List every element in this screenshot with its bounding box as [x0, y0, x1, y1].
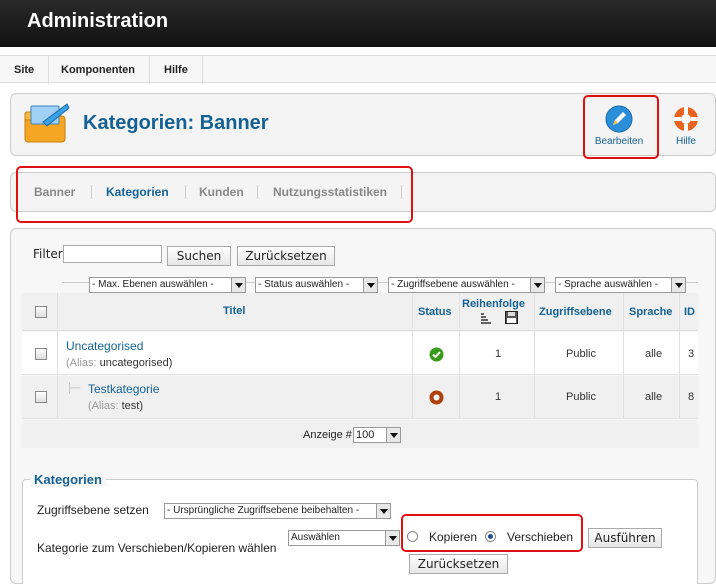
column-header-id[interactable]: ID [684, 306, 695, 318]
language-select[interactable]: - Sprache auswählen - [555, 277, 686, 293]
category-title-link[interactable]: Testkategorie [88, 382, 159, 396]
help-button-label: Hilfe [675, 136, 696, 147]
menu-item-hilfe[interactable]: Hilfe [150, 56, 203, 84]
column-header-language[interactable]: Sprache [629, 306, 672, 318]
chevron-down-icon [530, 278, 544, 292]
category-alias: (Alias: test) [88, 400, 143, 412]
list-limit-select[interactable]: 100 [353, 427, 401, 443]
category-icon [24, 103, 70, 143]
column-divider [534, 293, 535, 418]
highlight-box-radios [401, 514, 583, 552]
row-language: alle [645, 348, 663, 360]
column-divider [459, 293, 460, 418]
chevron-down-icon [385, 531, 399, 545]
list-limit-value: 100 [356, 429, 375, 441]
admin-header: Administration [0, 0, 716, 47]
sort-icon[interactable] [480, 313, 492, 324]
column-divider [412, 293, 413, 418]
published-icon[interactable] [429, 347, 444, 362]
batch-reset-button[interactable]: Zurücksetzen [409, 554, 508, 574]
column-divider [679, 293, 680, 418]
row-order: 1 [495, 348, 502, 360]
row-checkbox[interactable] [35, 348, 47, 360]
status-select[interactable]: - Status auswählen - [255, 277, 378, 293]
row-access: Public [566, 348, 596, 360]
column-divider [623, 293, 624, 418]
tree-branch-icon: ├─ [66, 383, 81, 394]
status-select-value: - Status auswählen - [258, 279, 350, 290]
chevron-down-icon [376, 504, 390, 518]
reset-filter-button[interactable]: Zurücksetzen [237, 246, 335, 266]
pagination-label: Anzeige # [303, 429, 352, 441]
select-all-checkbox[interactable] [35, 306, 47, 318]
chevron-down-icon [363, 278, 377, 292]
lifebuoy-icon [674, 107, 698, 131]
execute-button[interactable]: Ausführen [588, 528, 662, 548]
batch-category-select-value: Auswählen [291, 532, 340, 543]
batch-category-select[interactable]: Auswählen [288, 530, 400, 546]
move-copy-label: Kategorie zum Verschieben/Kopieren wähle… [37, 541, 277, 555]
row-id: 3 [688, 348, 695, 360]
batch-access-select-value: - Ursprüngliche Zugriffsebene beibehalte… [167, 505, 360, 516]
column-header-status[interactable]: Status [418, 306, 452, 318]
access-level-select[interactable]: - Zugriffsebene auswählen - [388, 277, 545, 293]
row-language: alle [645, 391, 663, 403]
save-order-icon[interactable] [505, 311, 518, 324]
alias-label: (Alias: [66, 357, 97, 369]
category-alias: (Alias: uncategorised) [66, 357, 172, 369]
page-title: Kategorien: Banner [83, 112, 269, 134]
row-access: Public [566, 391, 596, 403]
language-select-value: - Sprache auswählen - [558, 279, 659, 290]
chevron-down-icon [671, 278, 685, 292]
access-level-label: Zugriffsebene setzen [37, 503, 149, 517]
help-button[interactable]: Hilfe [666, 98, 706, 147]
search-input[interactable] [63, 245, 162, 263]
alias-label: (Alias: [88, 400, 119, 412]
access-level-select-value: - Zugriffsebene auswählen - [391, 279, 515, 290]
alias-value: uncategorised) [99, 357, 173, 369]
batch-access-select[interactable]: - Ursprüngliche Zugriffsebene beibehalte… [164, 503, 391, 519]
column-divider [57, 293, 58, 418]
row-checkbox[interactable] [35, 391, 47, 403]
menu-item-site[interactable]: Site [0, 56, 50, 84]
column-header-access[interactable]: Zugriffsebene [539, 306, 612, 318]
chevron-down-icon [386, 428, 400, 442]
max-levels-select-value: - Max. Ebenen auswählen - [92, 279, 214, 290]
highlight-box-tabs [16, 166, 413, 223]
row-id: 8 [688, 391, 695, 403]
main-menu: Site Komponenten Hilfe [0, 55, 716, 84]
column-header-order[interactable]: Reihenfolge [462, 298, 525, 310]
filter-label: Filter: [33, 247, 67, 261]
column-header-title[interactable]: Titel [223, 305, 245, 317]
alias-value: test) [121, 400, 144, 412]
unpublished-icon[interactable] [429, 390, 444, 405]
chevron-down-icon [231, 278, 245, 292]
category-title-link[interactable]: Uncategorised [66, 339, 143, 353]
menu-item-komponenten[interactable]: Komponenten [47, 56, 150, 84]
highlight-box-edit [583, 95, 659, 159]
row-order: 1 [495, 391, 502, 403]
admin-title: Administration [27, 10, 169, 32]
search-button[interactable]: Suchen [167, 246, 231, 266]
batch-legend: Kategorien [30, 472, 106, 487]
max-levels-select[interactable]: - Max. Ebenen auswählen - [89, 277, 246, 293]
